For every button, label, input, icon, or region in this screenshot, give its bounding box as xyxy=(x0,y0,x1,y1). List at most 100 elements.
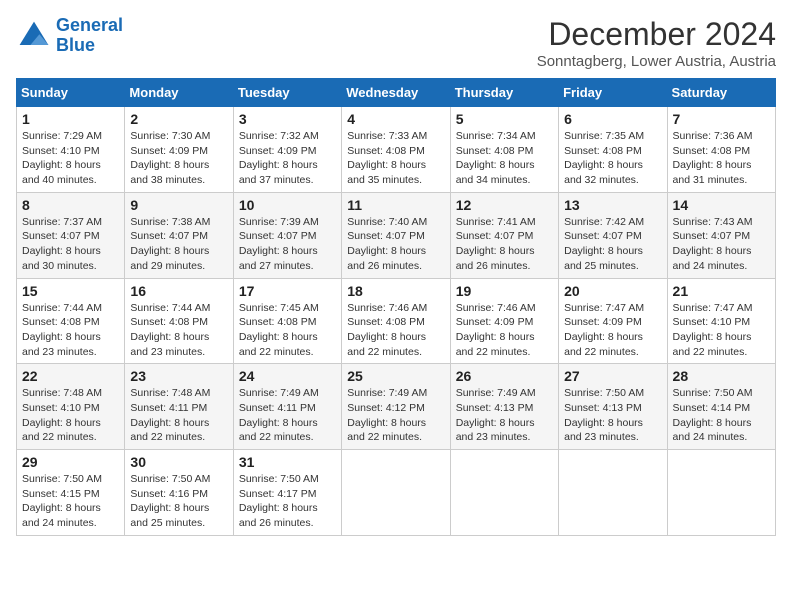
day-info: Sunrise: 7:44 AM Sunset: 4:08 PM Dayligh… xyxy=(130,301,227,360)
day-info: Sunrise: 7:43 AM Sunset: 4:07 PM Dayligh… xyxy=(673,215,770,274)
header-monday: Monday xyxy=(125,79,233,107)
day-number: 10 xyxy=(239,197,336,213)
calendar-cell: 29 Sunrise: 7:50 AM Sunset: 4:15 PM Dayl… xyxy=(17,450,125,536)
calendar-cell: 23 Sunrise: 7:48 AM Sunset: 4:11 PM Dayl… xyxy=(125,364,233,450)
day-number: 9 xyxy=(130,197,227,213)
day-number: 8 xyxy=(22,197,119,213)
day-info: Sunrise: 7:41 AM Sunset: 4:07 PM Dayligh… xyxy=(456,215,553,274)
calendar-cell xyxy=(342,450,450,536)
logo: General Blue xyxy=(16,16,123,56)
day-info: Sunrise: 7:33 AM Sunset: 4:08 PM Dayligh… xyxy=(347,129,444,188)
day-info: Sunrise: 7:40 AM Sunset: 4:07 PM Dayligh… xyxy=(347,215,444,274)
header-saturday: Saturday xyxy=(667,79,775,107)
day-number: 25 xyxy=(347,368,444,384)
calendar-week-3: 15 Sunrise: 7:44 AM Sunset: 4:08 PM Dayl… xyxy=(17,278,776,364)
day-number: 14 xyxy=(673,197,770,213)
day-number: 11 xyxy=(347,197,444,213)
day-number: 17 xyxy=(239,283,336,299)
day-info: Sunrise: 7:29 AM Sunset: 4:10 PM Dayligh… xyxy=(22,129,119,188)
day-number: 18 xyxy=(347,283,444,299)
calendar-cell: 10 Sunrise: 7:39 AM Sunset: 4:07 PM Dayl… xyxy=(233,192,341,278)
day-info: Sunrise: 7:37 AM Sunset: 4:07 PM Dayligh… xyxy=(22,215,119,274)
calendar-cell: 17 Sunrise: 7:45 AM Sunset: 4:08 PM Dayl… xyxy=(233,278,341,364)
day-number: 31 xyxy=(239,454,336,470)
calendar-cell: 5 Sunrise: 7:34 AM Sunset: 4:08 PM Dayli… xyxy=(450,107,558,193)
calendar-week-4: 22 Sunrise: 7:48 AM Sunset: 4:10 PM Dayl… xyxy=(17,364,776,450)
day-number: 6 xyxy=(564,111,661,127)
day-number: 30 xyxy=(130,454,227,470)
day-info: Sunrise: 7:32 AM Sunset: 4:09 PM Dayligh… xyxy=(239,129,336,188)
day-info: Sunrise: 7:49 AM Sunset: 4:12 PM Dayligh… xyxy=(347,386,444,445)
calendar-cell xyxy=(559,450,667,536)
page-header: General Blue December 2024 Sonntagberg, … xyxy=(16,16,776,70)
day-info: Sunrise: 7:36 AM Sunset: 4:08 PM Dayligh… xyxy=(673,129,770,188)
calendar-cell: 18 Sunrise: 7:46 AM Sunset: 4:08 PM Dayl… xyxy=(342,278,450,364)
calendar-cell xyxy=(450,450,558,536)
calendar-cell: 7 Sunrise: 7:36 AM Sunset: 4:08 PM Dayli… xyxy=(667,107,775,193)
calendar-cell: 30 Sunrise: 7:50 AM Sunset: 4:16 PM Dayl… xyxy=(125,450,233,536)
header-wednesday: Wednesday xyxy=(342,79,450,107)
day-info: Sunrise: 7:46 AM Sunset: 4:09 PM Dayligh… xyxy=(456,301,553,360)
day-info: Sunrise: 7:50 AM Sunset: 4:17 PM Dayligh… xyxy=(239,472,336,531)
day-number: 12 xyxy=(456,197,553,213)
day-number: 15 xyxy=(22,283,119,299)
logo-line2: Blue xyxy=(56,35,95,55)
day-number: 22 xyxy=(22,368,119,384)
title-block: December 2024 Sonntagberg, Lower Austria… xyxy=(537,16,776,70)
calendar-cell: 15 Sunrise: 7:44 AM Sunset: 4:08 PM Dayl… xyxy=(17,278,125,364)
logo-icon xyxy=(16,18,52,54)
day-number: 20 xyxy=(564,283,661,299)
day-info: Sunrise: 7:46 AM Sunset: 4:08 PM Dayligh… xyxy=(347,301,444,360)
day-info: Sunrise: 7:47 AM Sunset: 4:09 PM Dayligh… xyxy=(564,301,661,360)
day-info: Sunrise: 7:39 AM Sunset: 4:07 PM Dayligh… xyxy=(239,215,336,274)
calendar-week-1: 1 Sunrise: 7:29 AM Sunset: 4:10 PM Dayli… xyxy=(17,107,776,193)
calendar-cell: 27 Sunrise: 7:50 AM Sunset: 4:13 PM Dayl… xyxy=(559,364,667,450)
day-number: 5 xyxy=(456,111,553,127)
calendar-cell: 16 Sunrise: 7:44 AM Sunset: 4:08 PM Dayl… xyxy=(125,278,233,364)
day-number: 27 xyxy=(564,368,661,384)
calendar-table: SundayMondayTuesdayWednesdayThursdayFrid… xyxy=(16,78,776,536)
day-number: 13 xyxy=(564,197,661,213)
calendar-cell: 22 Sunrise: 7:48 AM Sunset: 4:10 PM Dayl… xyxy=(17,364,125,450)
calendar-cell: 13 Sunrise: 7:42 AM Sunset: 4:07 PM Dayl… xyxy=(559,192,667,278)
logo-line1: General xyxy=(56,15,123,35)
calendar-cell: 31 Sunrise: 7:50 AM Sunset: 4:17 PM Dayl… xyxy=(233,450,341,536)
day-number: 28 xyxy=(673,368,770,384)
calendar-cell: 4 Sunrise: 7:33 AM Sunset: 4:08 PM Dayli… xyxy=(342,107,450,193)
day-info: Sunrise: 7:50 AM Sunset: 4:16 PM Dayligh… xyxy=(130,472,227,531)
header-sunday: Sunday xyxy=(17,79,125,107)
header-thursday: Thursday xyxy=(450,79,558,107)
calendar-cell: 26 Sunrise: 7:49 AM Sunset: 4:13 PM Dayl… xyxy=(450,364,558,450)
calendar-cell: 25 Sunrise: 7:49 AM Sunset: 4:12 PM Dayl… xyxy=(342,364,450,450)
day-info: Sunrise: 7:45 AM Sunset: 4:08 PM Dayligh… xyxy=(239,301,336,360)
day-number: 21 xyxy=(673,283,770,299)
day-info: Sunrise: 7:47 AM Sunset: 4:10 PM Dayligh… xyxy=(673,301,770,360)
day-info: Sunrise: 7:48 AM Sunset: 4:10 PM Dayligh… xyxy=(22,386,119,445)
day-info: Sunrise: 7:34 AM Sunset: 4:08 PM Dayligh… xyxy=(456,129,553,188)
day-info: Sunrise: 7:30 AM Sunset: 4:09 PM Dayligh… xyxy=(130,129,227,188)
day-number: 29 xyxy=(22,454,119,470)
day-info: Sunrise: 7:44 AM Sunset: 4:08 PM Dayligh… xyxy=(22,301,119,360)
day-info: Sunrise: 7:48 AM Sunset: 4:11 PM Dayligh… xyxy=(130,386,227,445)
calendar-cell: 14 Sunrise: 7:43 AM Sunset: 4:07 PM Dayl… xyxy=(667,192,775,278)
day-info: Sunrise: 7:50 AM Sunset: 4:13 PM Dayligh… xyxy=(564,386,661,445)
logo-text: General Blue xyxy=(56,16,123,56)
page-title: December 2024 xyxy=(537,16,776,53)
day-info: Sunrise: 7:38 AM Sunset: 4:07 PM Dayligh… xyxy=(130,215,227,274)
calendar-cell: 19 Sunrise: 7:46 AM Sunset: 4:09 PM Dayl… xyxy=(450,278,558,364)
day-number: 1 xyxy=(22,111,119,127)
day-info: Sunrise: 7:50 AM Sunset: 4:14 PM Dayligh… xyxy=(673,386,770,445)
day-number: 4 xyxy=(347,111,444,127)
day-info: Sunrise: 7:35 AM Sunset: 4:08 PM Dayligh… xyxy=(564,129,661,188)
calendar-cell: 28 Sunrise: 7:50 AM Sunset: 4:14 PM Dayl… xyxy=(667,364,775,450)
day-number: 26 xyxy=(456,368,553,384)
calendar-cell: 6 Sunrise: 7:35 AM Sunset: 4:08 PM Dayli… xyxy=(559,107,667,193)
calendar-week-5: 29 Sunrise: 7:50 AM Sunset: 4:15 PM Dayl… xyxy=(17,450,776,536)
day-info: Sunrise: 7:50 AM Sunset: 4:15 PM Dayligh… xyxy=(22,472,119,531)
calendar-cell: 20 Sunrise: 7:47 AM Sunset: 4:09 PM Dayl… xyxy=(559,278,667,364)
day-number: 2 xyxy=(130,111,227,127)
day-number: 19 xyxy=(456,283,553,299)
page-subtitle: Sonntagberg, Lower Austria, Austria xyxy=(537,53,776,70)
day-number: 24 xyxy=(239,368,336,384)
calendar-week-2: 8 Sunrise: 7:37 AM Sunset: 4:07 PM Dayli… xyxy=(17,192,776,278)
